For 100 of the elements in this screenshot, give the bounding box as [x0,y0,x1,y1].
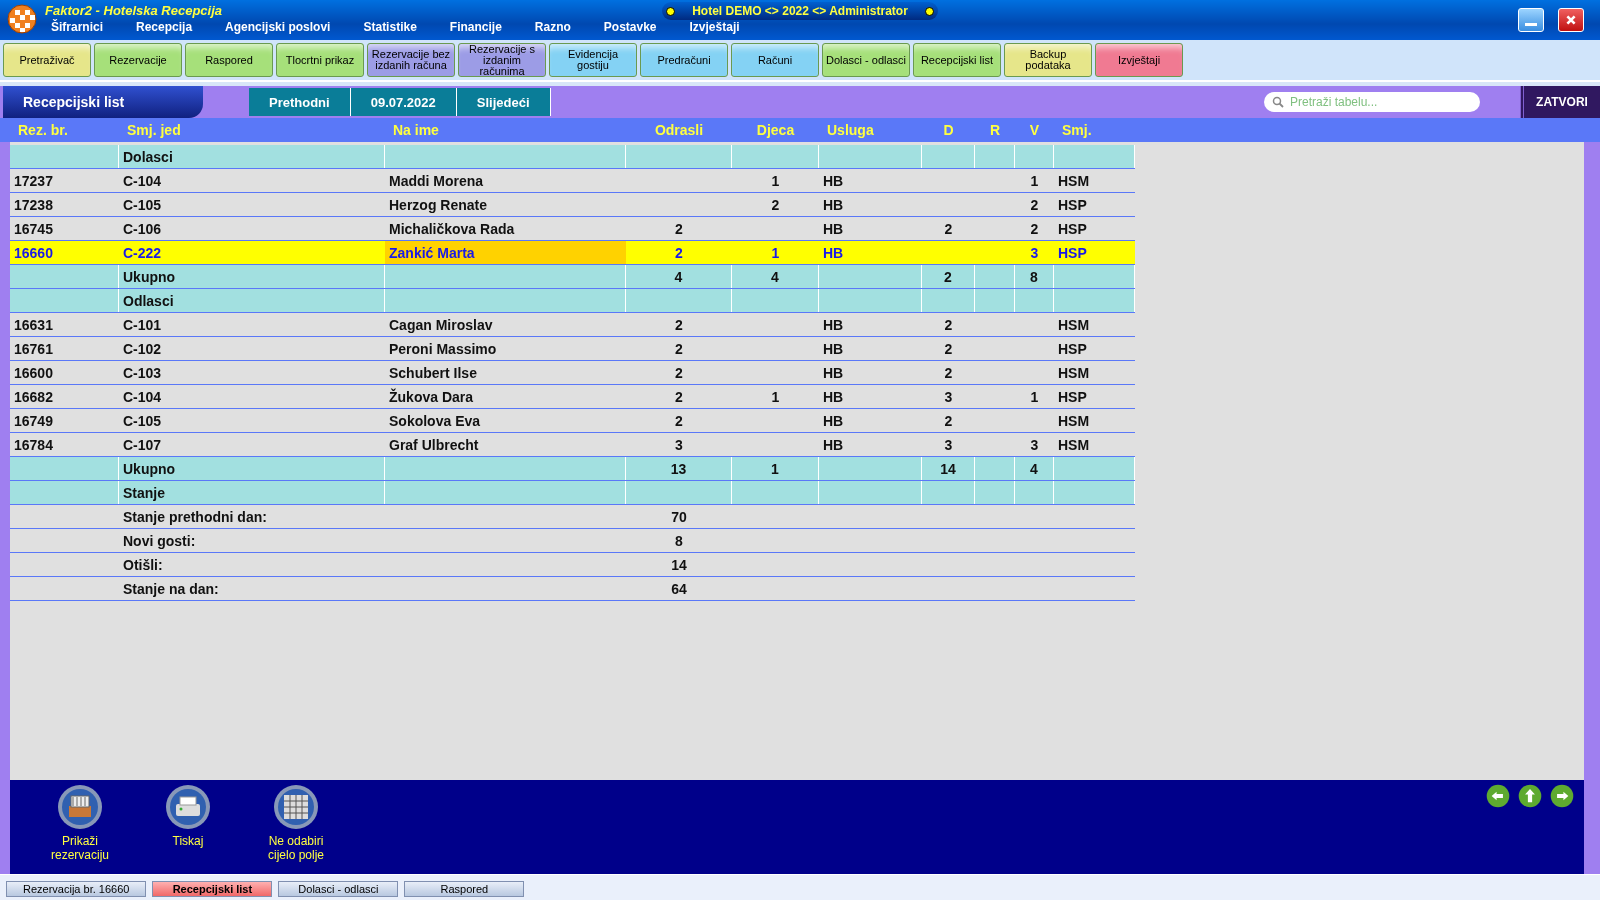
arrow-right-button[interactable] [1550,784,1574,810]
toolbar-button[interactable]: Backup podataka [1004,43,1092,77]
column-header[interactable]: Djeca [732,122,819,138]
table-cell: 2 [944,340,953,357]
toolbar-button[interactable]: Evidencija gostiju [549,43,637,77]
window-tab[interactable]: Raspored [404,881,525,897]
table-cell: HB [823,388,844,405]
column-header[interactable]: Rez. br. [10,122,119,138]
table-cell: Sokolova Eva [389,412,481,429]
menu-item[interactable]: Statistike [363,20,434,34]
table-cell: 16660 [14,244,53,261]
toolbar-button[interactable]: Pretraživač [3,43,91,77]
toolbar-button[interactable]: Rezervacije [94,43,182,77]
table-cell: HB [823,244,844,261]
column-header[interactable]: Odrasli [626,122,732,138]
window-title: Faktor2 - Hotelska Recepcija [45,3,223,18]
table-cell: 8 [675,532,683,549]
action-button[interactable]: Ne odabiri cijelo polje [256,784,336,874]
table-cell: Ukupno [123,460,176,477]
table-cell: 17238 [14,196,53,213]
menu-item[interactable]: Razno [534,20,588,34]
table-cell: 16749 [14,412,53,429]
table-cell: HSM [1058,172,1090,189]
column-header[interactable]: D [922,122,975,138]
next-button[interactable]: Slijedeći [456,88,551,116]
column-header[interactable]: Na ime [385,122,626,138]
column-header[interactable]: R [975,122,1015,138]
close-icon [1565,14,1577,26]
ball-logo-icon [7,4,37,34]
menu-item[interactable]: Postavke [603,20,674,34]
table-row[interactable]: 16660 C-222 Zankić Marta 2 1 HB 3 HSP [10,241,1135,265]
table-cell: 2 [944,316,953,333]
column-header[interactable]: Smj. jed [119,122,385,138]
table-cell: C-101 [123,316,162,333]
table-cell: Stanje prethodni dan: [123,508,267,525]
toolbar-button[interactable]: Rezervacije s izdanim računima [458,43,546,77]
table-cell: HB [823,220,844,237]
toolbar-button[interactable]: Predračuni [640,43,728,77]
column-header[interactable]: V [1015,122,1054,138]
close-button[interactable] [1558,8,1584,32]
table-cell: HSP [1058,388,1087,405]
table-row[interactable]: 16682 C-104 Žukova Dara 2 1 HB 3 1 HSP [10,385,1135,409]
action-button[interactable]: Prikaži rezervaciju [40,784,120,874]
menu-item[interactable]: Izvještaji [689,20,757,34]
table-cell: Dolasci [123,148,173,165]
table-cell: C-103 [123,364,162,381]
table-cell: C-106 [123,220,162,237]
search-field[interactable]: Pretraži tabelu... [1264,92,1480,112]
table-cell: 1 [1030,172,1039,189]
table-cell: Graf Ulbrecht [389,436,479,453]
card-drawer-icon [57,784,103,830]
toolbar-button[interactable]: Tlocrtni prikaz [276,43,364,77]
table-cell: Stanje na dan: [123,580,219,597]
table-cell: 2 [675,316,683,333]
column-header[interactable]: Smj. [1054,122,1135,138]
toolbar-button[interactable]: Raspored [185,43,273,77]
menu-item[interactable]: Financije [449,20,519,34]
menu-item[interactable]: Recepcija [136,20,210,34]
column-header[interactable]: Usluga [819,122,922,138]
menu-item[interactable]: Šifrarnici [51,20,121,34]
toolbar-button[interactable]: Dolasci - odlasci [822,43,910,77]
window-tab[interactable]: Recepcijski list [152,881,273,897]
table-cell: 4 [674,268,683,285]
toolbar-button[interactable]: Rezervacije bez izdanih računa [367,43,455,77]
table-cell: 70 [671,508,687,525]
table-cell: 1 [771,388,780,405]
table-cell: 2 [675,244,683,261]
table-cell: Herzog Renate [389,196,488,213]
table-cell: 1 [771,244,780,261]
table-cell: 2 [771,196,780,213]
table-cell: 2 [944,412,953,429]
session-banner: Hotel DEMO <> 2022 <> Administrator [662,2,938,20]
arrow-up-button[interactable] [1518,784,1542,810]
minimize-button[interactable] [1518,8,1544,32]
toolbar-button[interactable]: Recepcijski list [913,43,1001,77]
table-cell: 14 [940,460,956,477]
window-tab[interactable]: Rezervacija br. 16660 [6,881,147,897]
table-cell: 3 [675,436,683,453]
date-label: 09.07.2022 [350,88,457,116]
action-button[interactable]: Tiskaj [148,784,228,874]
table-cell: HSP [1058,244,1087,261]
toolbar-button[interactable]: Računi [731,43,819,77]
table-cell: 17237 [14,172,53,189]
minimize-icon [1525,23,1537,26]
table-cell: Ukupno [123,268,176,285]
table-cell: Michaličkova Rada [389,220,515,237]
menu-item[interactable]: Agencijski poslovi [225,20,348,34]
table-cell: Odlasci [123,292,174,309]
close-panel-button[interactable]: ZATVORI [1520,86,1600,118]
table-cell: HSM [1058,436,1090,453]
table-cell: 2 [675,412,683,429]
table-cell: HSM [1058,412,1090,429]
toolbar-button[interactable]: Izvještaji [1095,43,1183,77]
table-cell: HSM [1058,364,1090,381]
previous-button[interactable]: Prethodni [249,88,351,116]
window-tab[interactable]: Dolasci - odlasci [278,881,399,897]
arrow-left-button[interactable] [1486,784,1510,810]
table-cell: HB [823,364,844,381]
table-cell: 2 [675,364,683,381]
table-cell: HB [823,436,844,453]
